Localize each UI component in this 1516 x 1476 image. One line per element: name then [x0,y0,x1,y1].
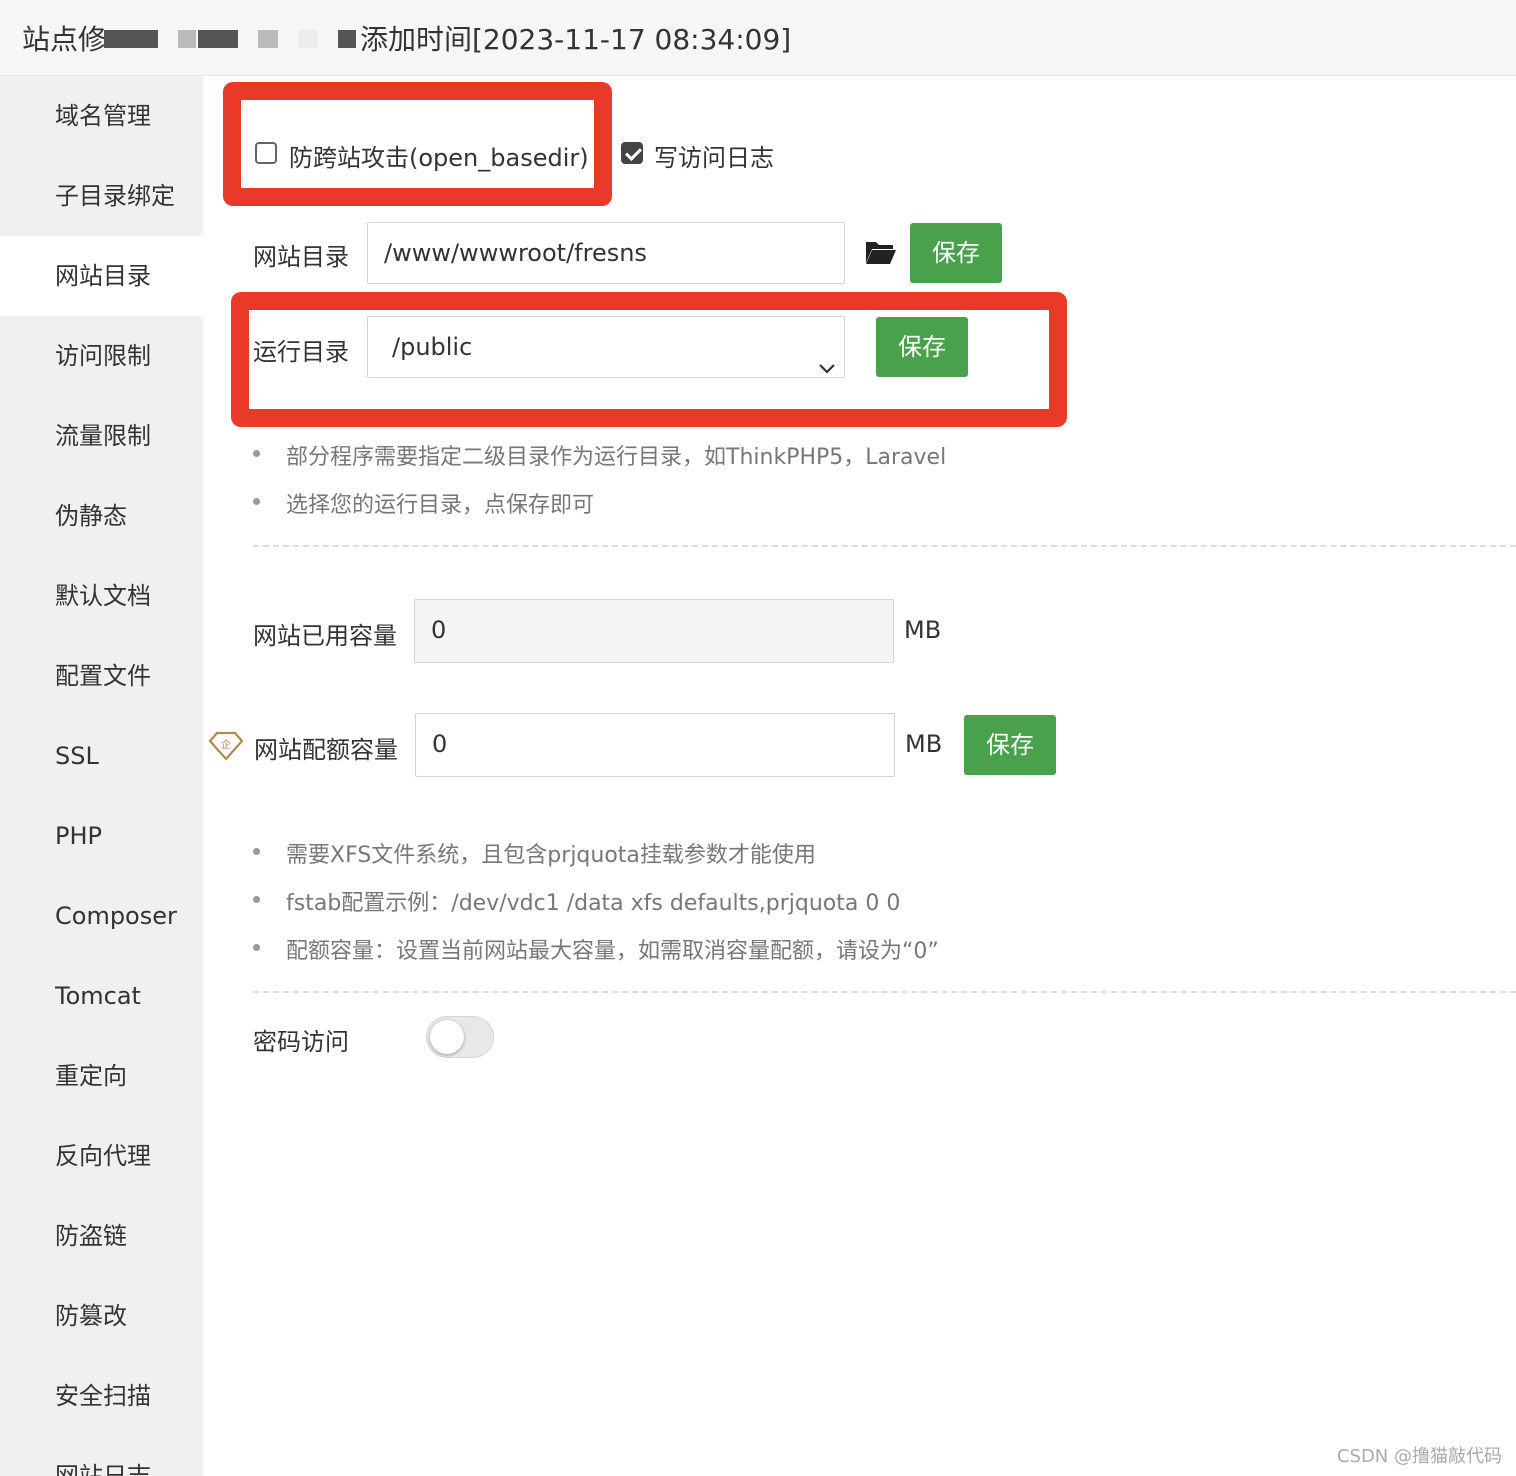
redacted-block [178,30,196,48]
password-access-label: 密码访问 [253,1028,349,1056]
redacted-block [298,30,318,48]
sidebar-item-traffic-limit[interactable]: 流量限制 [0,396,203,476]
tip-bullet [253,848,260,855]
enterprise-diamond-icon: 企 [208,731,244,765]
redacted-block [338,30,356,48]
sidebar-item-site-log[interactable]: 网站日志 [0,1436,203,1476]
sidebar-item-hotlink-protection[interactable]: 防盗链 [0,1196,203,1276]
site-dir-label: 网站目录 [253,243,349,271]
sidebar-item-php[interactable]: PHP [0,796,203,876]
quota-capacity-input[interactable]: 0 [415,713,895,777]
sidebar-item-domain[interactable]: 域名管理 [0,76,203,156]
section-divider [253,545,1516,547]
quota-save-button[interactable]: 保存 [964,715,1056,775]
quota-tip: 需要XFS文件系统，且包含prjquota挂载参数才能使用 [286,843,816,868]
quota-tip: fstab配置示例：/dev/vdc1 /data xfs defaults,p… [286,891,901,916]
redacted-block [104,30,158,48]
dialog-title-prefix: 站点修 [22,23,107,56]
sidebar-item-access-limit[interactable]: 访问限制 [0,316,203,396]
sidebar-item-reverse-proxy[interactable]: 反向代理 [0,1116,203,1196]
sidebar-item-tomcat[interactable]: Tomcat [0,956,203,1036]
access-log-checkbox[interactable] [621,142,643,164]
run-dir-save-button[interactable]: 保存 [876,317,968,377]
tip-bullet [253,944,260,951]
site-dir-input[interactable]: /www/wwwroot/fresns [367,222,845,284]
quota-capacity-label: 网站配额容量 [254,736,398,764]
quota-tip: 配额容量：设置当前网站最大容量，如需取消容量配额，请设为“0” [286,939,939,964]
anti-xss-checkbox[interactable] [255,142,277,164]
redacted-block [258,30,278,48]
sidebar-item-rewrite[interactable]: 伪静态 [0,476,203,556]
section-divider [253,991,1516,993]
sidebar-item-site-directory[interactable]: 网站目录 [0,236,203,316]
sidebar-item-subdir-binding[interactable]: 子目录绑定 [0,156,203,236]
access-log-label: 写访问日志 [654,144,774,172]
tip-bullet [253,896,260,903]
tip-bullet [253,498,260,505]
used-capacity-label: 网站已用容量 [253,622,397,650]
sidebar-item-ssl[interactable]: SSL [0,716,203,796]
sidebar-item-redirect[interactable]: 重定向 [0,1036,203,1116]
sidebar-item-config-file[interactable]: 配置文件 [0,636,203,716]
run-dir-label: 运行目录 [253,338,349,366]
watermark: CSDN @撸猫敲代码 [1336,1446,1502,1467]
run-dir-tip: 选择您的运行目录，点保存即可 [286,493,595,518]
used-capacity-input[interactable]: 0 [414,599,894,663]
settings-sidebar: 域名管理 子目录绑定 网站目录 访问限制 流量限制 伪静态 默认文档 配置文件 … [0,76,203,1476]
sidebar-item-tamper-protection[interactable]: 防篡改 [0,1276,203,1356]
dialog-titlebar: 站点修 添加时间[2023-11-17 08:34:09] [0,0,1516,76]
sidebar-item-default-document[interactable]: 默认文档 [0,556,203,636]
quota-capacity-unit: MB [905,730,943,758]
tip-bullet [253,450,260,457]
redacted-block [198,30,238,48]
site-dir-save-button[interactable]: 保存 [910,223,1002,283]
chevron-down-icon [818,337,836,377]
anti-xss-label: 防跨站攻击(open_basedir) [289,144,589,172]
folder-open-icon[interactable] [865,239,897,269]
dialog-title-added-time: 添加时间[2023-11-17 08:34:09] [360,23,792,56]
run-dir-selected-value: /public [392,333,473,361]
site-directory-panel: 防跨站攻击(open_basedir) 写访问日志 网站目录 /www/wwwr… [203,76,1516,1476]
used-capacity-unit: MB [904,616,942,644]
enterprise-icon-glyph: 企 [221,738,231,751]
sidebar-item-security-scan[interactable]: 安全扫描 [0,1356,203,1436]
sidebar-item-composer[interactable]: Composer [0,876,203,956]
run-dir-tip: 部分程序需要指定二级目录作为运行目录，如ThinkPHP5，Laravel [286,445,947,470]
toggle-knob [430,1020,464,1054]
password-access-toggle[interactable] [426,1016,494,1058]
run-dir-select[interactable]: /public [367,316,845,378]
